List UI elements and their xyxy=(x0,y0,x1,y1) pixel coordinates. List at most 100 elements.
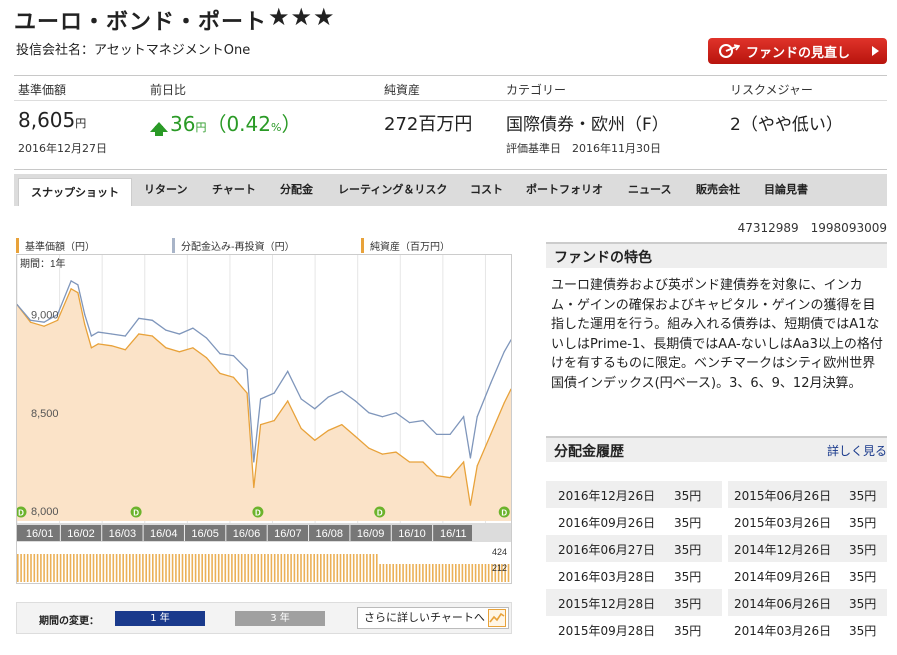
volume-bar xyxy=(178,554,180,582)
volume-bar xyxy=(329,554,332,582)
distribution-amount: 35円 xyxy=(849,597,877,611)
volume-bar xyxy=(343,554,345,582)
volume-bar xyxy=(76,554,78,582)
volume-bar xyxy=(425,564,427,582)
nav-point xyxy=(490,433,492,435)
nav-value: 8,605円 xyxy=(18,108,87,132)
volume-bar xyxy=(99,554,101,582)
distribution-amount: 35円 xyxy=(674,489,702,503)
fund-review-button[interactable]: ファンドの見直し xyxy=(708,38,887,64)
distribution-amount: 35円 xyxy=(849,624,877,638)
volume-bar xyxy=(316,554,319,582)
legend-assets: 純資産（百万円） xyxy=(361,238,450,253)
volume-bar xyxy=(326,554,329,582)
volume-bar xyxy=(267,554,269,582)
nav-point xyxy=(138,333,140,335)
tab-news[interactable]: ニュース xyxy=(628,174,671,206)
tab-distributors[interactable]: 販売会社 xyxy=(696,174,740,206)
reinvest-point xyxy=(232,355,235,357)
reinvest-point xyxy=(151,319,153,321)
reinvest-point xyxy=(253,461,255,463)
reinvest-point xyxy=(165,329,167,331)
feature-text: ユーロ建債券および英ポンド建債券を対象に、インカム・ゲインの確保およびキャピタル… xyxy=(551,278,883,391)
distribution-date: 2014年06月26日 xyxy=(734,597,832,611)
period-3y-button[interactable]: 3 年 xyxy=(235,611,325,626)
y-tick-label: 8,000 xyxy=(31,506,59,518)
distribution-heading: 分配金履歴 xyxy=(554,444,624,460)
change-label: 前日比 xyxy=(150,83,187,97)
volume-bar xyxy=(152,554,154,582)
reinvest-point xyxy=(246,368,248,371)
nav-point xyxy=(29,321,32,323)
volume-bar xyxy=(474,564,477,582)
tab-rating-risk[interactable]: レーティング＆リスク xyxy=(338,174,447,206)
volume-bar xyxy=(382,564,385,582)
volume-bar xyxy=(49,554,52,582)
nav-chart[interactable]: 9,000 8,500 8,000 期間：1年 D D D D D 16/01 16/02 16/03… xyxy=(16,254,512,584)
distribution-amount: 35円 xyxy=(674,570,702,584)
arrow-right-icon xyxy=(872,46,879,56)
y-tick-label: 8,500 xyxy=(31,408,59,420)
distribution-row: 2015年06月26日 35円 xyxy=(728,481,887,508)
tab-cost[interactable]: コスト xyxy=(470,174,503,206)
tab-snapshot[interactable]: スナップショット xyxy=(18,178,132,206)
period-1y-button[interactable]: 1 年 xyxy=(115,611,205,626)
reinvest-point xyxy=(503,351,505,353)
feature-heading-bar: ファンドの特色 xyxy=(546,242,887,268)
distribution-amount: 35円 xyxy=(849,570,877,584)
volume-bar xyxy=(115,554,118,582)
volume-bar xyxy=(507,564,510,582)
volume-bar xyxy=(435,564,437,582)
reinvest-point xyxy=(300,398,302,400)
volume-bar xyxy=(270,554,273,582)
volume-bar xyxy=(112,554,115,582)
volume-bar xyxy=(168,554,171,582)
distribution-more-link[interactable]: 詳しく見る xyxy=(827,442,887,459)
more-chart-link[interactable]: さらに詳しいチャートへ xyxy=(357,607,509,629)
volume-bar xyxy=(402,564,404,582)
reinvest-point xyxy=(192,327,194,329)
nav-point xyxy=(503,402,505,404)
volume-bar xyxy=(208,554,210,582)
tab-distribution[interactable]: 分配金 xyxy=(280,174,313,206)
tab-prospectus[interactable]: 目論見書 xyxy=(764,174,808,206)
rating-stars: ★★★ xyxy=(268,3,336,31)
volume-bar xyxy=(300,554,302,582)
volume-bar xyxy=(441,564,444,582)
volume-bar xyxy=(451,564,454,582)
fund-review-label: ファンドの見直し xyxy=(746,45,851,61)
nav-point xyxy=(219,372,221,374)
volume-bar xyxy=(240,554,243,582)
volume-bar xyxy=(132,554,134,582)
volume-bar xyxy=(56,554,59,582)
nav-point xyxy=(124,349,126,351)
nav-point xyxy=(381,453,383,455)
volume-bar xyxy=(254,554,256,582)
chart-legend: 基準価額（円） 分配金込み-再投資（円） 純資産（百万円） xyxy=(16,238,512,254)
distribution-row: 2015年09月28日 35円 xyxy=(546,616,722,643)
reinvest-point xyxy=(124,335,126,337)
reinvest-point xyxy=(111,333,113,335)
distribution-amount: 35円 xyxy=(674,624,702,638)
volume-bar xyxy=(194,554,197,582)
reinvest-point xyxy=(368,412,370,414)
volume-bar xyxy=(204,554,207,582)
volume-bar xyxy=(237,554,240,582)
nav-point xyxy=(300,427,302,430)
tab-return[interactable]: リターン xyxy=(144,174,187,206)
chart-svg: 9,000 8,500 8,000 期間：1年 D D D D D 16/01 16/02 16/03… xyxy=(17,255,511,583)
tab-portfolio[interactable]: ポートフォリオ xyxy=(526,174,603,206)
volume-bar xyxy=(349,554,352,582)
volume-bar xyxy=(405,564,408,582)
x-tick-label: 16/03 xyxy=(109,528,137,540)
distribution-amount: 35円 xyxy=(674,597,702,611)
tab-chart[interactable]: チャート xyxy=(212,174,256,206)
volume-bar xyxy=(89,554,92,582)
reinvest-point xyxy=(327,396,329,398)
volume-bar xyxy=(372,554,375,582)
volume-bar xyxy=(201,554,203,582)
nav-date: 2016年12月27日 xyxy=(18,142,107,155)
volume-bar xyxy=(399,564,401,582)
volume-bar xyxy=(273,554,276,582)
volume-bar xyxy=(63,554,65,582)
